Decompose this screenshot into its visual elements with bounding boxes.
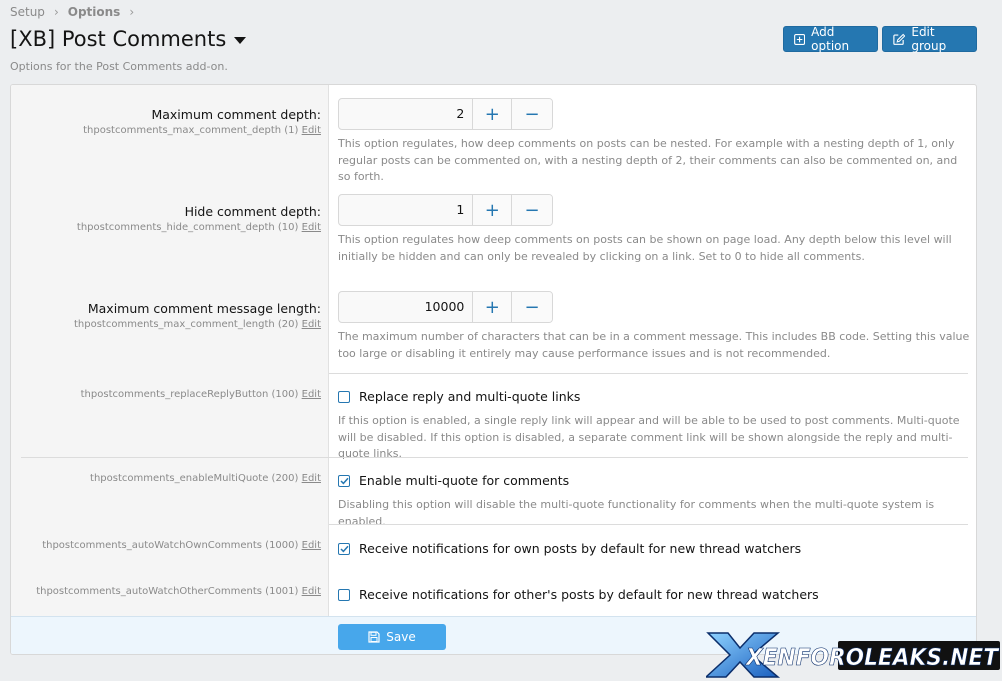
chevron-right-icon: › <box>129 5 135 19</box>
divider <box>329 373 968 374</box>
option-key: thpostcomments_enableMultiQuote (200) <box>90 473 299 484</box>
page-title[interactable]: [XB] Post Comments <box>10 27 247 51</box>
watch-own-checkbox[interactable]: Receive notifications for own posts by d… <box>338 541 801 556</box>
increment-button[interactable]: + <box>473 292 513 322</box>
option-label: Hide comment depth: <box>184 204 321 219</box>
edit-link[interactable]: Edit <box>302 125 321 136</box>
option-key: thpostcomments_autoWatchOwnComments (100… <box>42 540 299 551</box>
decrement-button[interactable]: − <box>512 195 552 225</box>
checkbox-unchecked-icon[interactable] <box>338 390 350 403</box>
save-label: Save <box>386 630 416 644</box>
add-option-label: Add option <box>811 25 850 53</box>
increment-button[interactable]: + <box>473 99 513 129</box>
breadcrumb-setup[interactable]: Setup <box>10 5 45 19</box>
decrement-button[interactable]: − <box>512 292 552 322</box>
minus-icon: − <box>524 103 540 125</box>
save-button[interactable]: Save <box>338 624 446 650</box>
watermark-logo: XENFOROLEAKS.NET <box>706 632 1000 678</box>
checkbox-label: Receive notifications for other's posts … <box>359 587 819 602</box>
checkbox-label: Replace reply and multi-quote links <box>359 389 581 404</box>
minus-icon: − <box>524 296 540 318</box>
max-depth-stepper[interactable]: 2 + − <box>338 98 553 130</box>
checkbox-unchecked-icon[interactable] <box>338 588 350 601</box>
max-depth-input[interactable]: 2 <box>339 99 474 129</box>
options-panel: Maximum comment depth: thpostcomments_ma… <box>10 84 977 655</box>
plus-icon: + <box>484 103 500 125</box>
max-length-stepper[interactable]: 10000 + − <box>338 291 553 323</box>
plus-icon: + <box>484 199 500 221</box>
option-label: Maximum comment depth: <box>151 107 321 122</box>
option-key: thpostcomments_max_comment_length (20) <box>73 319 299 330</box>
divider <box>21 457 968 458</box>
save-icon <box>368 631 380 643</box>
minus-icon: − <box>524 199 540 221</box>
edit-group-label: Edit group <box>911 25 947 53</box>
option-key: thpostcomments_hide_comment_depth (10) <box>76 222 299 233</box>
option-key: thpostcomments_max_comment_depth (1) <box>83 125 299 136</box>
option-key: thpostcomments_autoWatchOtherComments (1… <box>36 586 299 597</box>
option-label: Maximum comment message length: <box>87 301 321 316</box>
caret-down-icon[interactable] <box>234 36 247 44</box>
edit-icon <box>893 33 906 45</box>
checkbox-label: Receive notifications for own posts by d… <box>359 541 802 556</box>
edit-link[interactable]: Edit <box>302 473 321 484</box>
option-explain: This option regulates how deep comments … <box>338 233 952 263</box>
checkbox-label: Enable multi-quote for comments <box>359 473 570 488</box>
option-explain: This option regulates, how deep comments… <box>338 137 958 183</box>
edit-link[interactable]: Edit <box>302 540 321 551</box>
label-column <box>11 85 329 616</box>
multi-quote-checkbox[interactable]: Enable multi-quote for comments <box>338 473 569 488</box>
replace-reply-checkbox[interactable]: Replace reply and multi-quote links <box>338 389 580 404</box>
edit-link[interactable]: Edit <box>302 222 321 233</box>
divider <box>329 524 968 525</box>
option-explain: If this option is enabled, a single repl… <box>338 414 960 460</box>
plus-icon: + <box>484 296 500 318</box>
add-option-button[interactable]: Add option <box>783 25 878 53</box>
hide-depth-input[interactable]: 1 <box>339 195 474 225</box>
edit-link[interactable]: Edit <box>302 586 321 597</box>
option-explain: Disabling this option will disable the m… <box>338 498 935 528</box>
breadcrumb: Setup › Options › <box>10 5 143 19</box>
checkbox-checked-icon[interactable] <box>338 474 350 487</box>
option-key: thpostcomments_replaceReplyButton (100) <box>80 389 299 400</box>
edit-group-button[interactable]: Edit group <box>882 25 977 53</box>
hide-depth-stepper[interactable]: 1 + − <box>338 194 553 226</box>
checkbox-checked-icon[interactable] <box>338 542 350 555</box>
plus-square-icon <box>794 33 806 45</box>
watch-other-checkbox[interactable]: Receive notifications for other's posts … <box>338 587 819 602</box>
edit-link[interactable]: Edit <box>302 389 321 400</box>
max-length-input[interactable]: 10000 <box>339 292 474 322</box>
breadcrumb-options[interactable]: Options <box>68 5 121 19</box>
page-title-text: [XB] Post Comments <box>10 27 227 51</box>
decrement-button[interactable]: − <box>512 99 552 129</box>
page-description: Options for the Post Comments add-on. <box>10 60 228 73</box>
option-explain: The maximum number of characters that ca… <box>338 330 970 360</box>
edit-link[interactable]: Edit <box>302 319 321 330</box>
chevron-right-icon: › <box>53 5 59 19</box>
watermark-text: XENFOROLEAKS.NET <box>744 645 1000 671</box>
increment-button[interactable]: + <box>473 195 513 225</box>
